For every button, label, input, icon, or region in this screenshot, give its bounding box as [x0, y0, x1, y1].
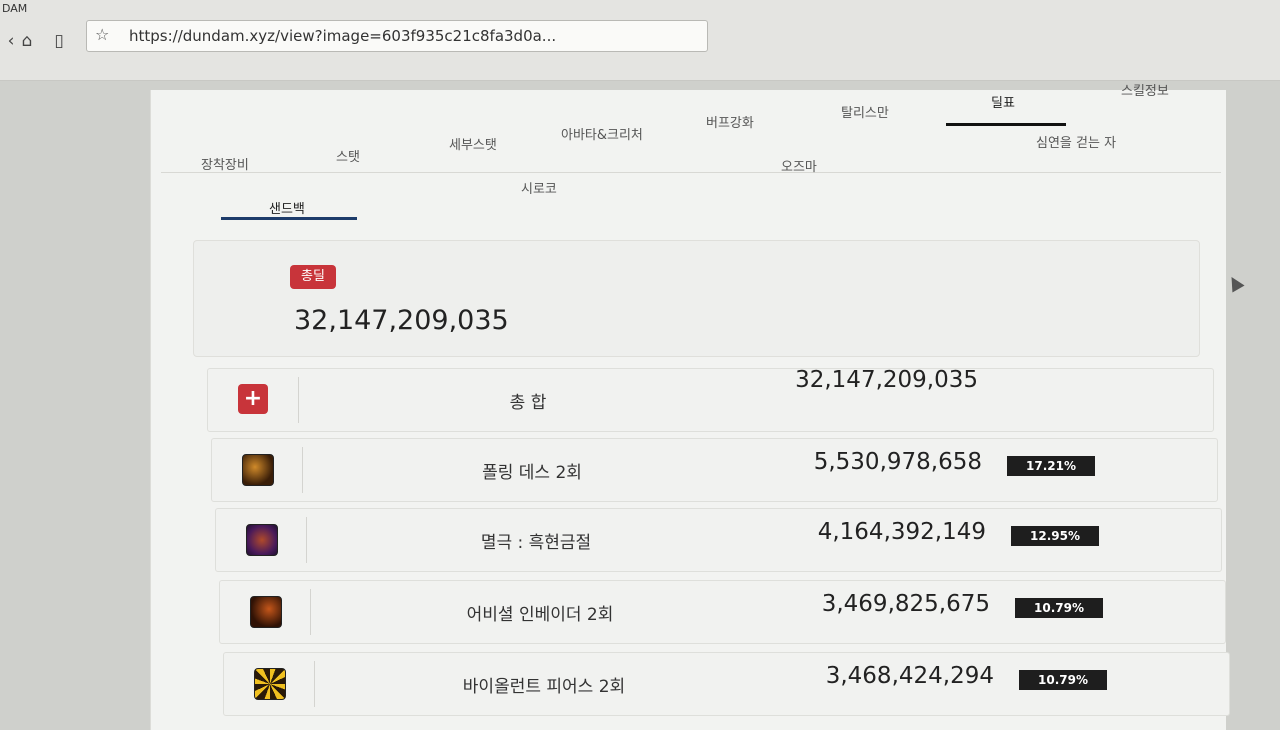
tab-buff-enhance[interactable]: 버프강화: [706, 112, 754, 131]
tab-equipment[interactable]: 장착장비: [201, 154, 249, 173]
skill-name: 총 합: [509, 393, 547, 413]
subtab-sandbag[interactable]: 샌드백: [269, 198, 305, 217]
damage-percent-badge: 10.79%: [1019, 670, 1107, 690]
star-icon[interactable]: ☆: [95, 25, 109, 44]
tab-deal-table[interactable]: 딜표: [991, 92, 1015, 111]
browser-toolbar: DAM ‹ ⌂ ▯ ☆ https://dundam.xyz/view?imag…: [0, 0, 1280, 81]
skill-name: 폴링 데스 2회: [482, 463, 582, 483]
row-divider: [310, 589, 311, 635]
total-damage-value: 32,147,209,035: [294, 305, 509, 336]
home-icon[interactable]: ⌂: [16, 30, 38, 52]
skill-damage: 32,147,209,035: [795, 367, 978, 393]
skill-damage: 4,164,392,149: [817, 519, 986, 545]
skill-damage: 3,469,825,675: [821, 591, 990, 617]
damage-row[interactable]: 어비셜 인베이더 2회 3,469,825,675 10.79%: [219, 580, 1226, 644]
total-damage-badge: 총딜: [290, 265, 336, 289]
myeolgeuk-skill-icon: [246, 524, 278, 556]
row-divider: [298, 377, 299, 423]
damage-percent-badge: 12.95%: [1011, 526, 1099, 546]
subtab-ozma[interactable]: 오즈마: [781, 156, 817, 175]
falling-death-skill-icon: [242, 454, 274, 486]
mouse-cursor-icon: [1225, 273, 1245, 293]
plus-icon[interactable]: +: [238, 384, 268, 414]
total-damage-card: 총딜 32,147,209,035: [193, 240, 1200, 357]
subtab-active-underline: [221, 217, 357, 220]
damage-row[interactable]: 바이올런트 피어스 2회 3,468,424,294 10.79%: [223, 652, 1230, 716]
abyssal-invader-skill-icon: [250, 596, 282, 628]
damage-row[interactable]: 멸극 : 흑현금절 4,164,392,149 12.95%: [215, 508, 1222, 572]
skill-name: 어비셜 인베이더 2회: [466, 605, 614, 625]
url-text[interactable]: https://dundam.xyz/view?image=603f935c21…: [129, 27, 556, 45]
row-divider: [302, 447, 303, 493]
row-divider: [306, 517, 307, 563]
app-title: DAM: [2, 2, 28, 15]
subtab-siroco[interactable]: 시로코: [521, 178, 557, 197]
damage-row-total[interactable]: + 총 합 32,147,209,035: [207, 367, 1214, 432]
page-content: 스킬정보 딜표 탈리스만 버프강화 아바타&크리처 세부스탯 스탯 장착장비 심…: [150, 84, 1230, 730]
tab-avatar-creature[interactable]: 아바타&크리처: [561, 124, 643, 143]
skill-damage: 5,530,978,658: [813, 449, 982, 475]
row-divider: [314, 661, 315, 707]
skill-damage: 3,468,424,294: [825, 663, 994, 689]
tab-talisman[interactable]: 탈리스만: [841, 102, 889, 121]
subtab-abyss-walker[interactable]: 심연을 걷는 자: [1036, 132, 1116, 151]
tab-stats[interactable]: 스탯: [336, 146, 360, 165]
violent-pierce-skill-icon: [254, 668, 286, 700]
tab-skill-info[interactable]: 스킬정보: [1121, 80, 1169, 99]
address-bar[interactable]: ☆ https://dundam.xyz/view?image=603f935c…: [86, 20, 708, 52]
tab-detail-stats[interactable]: 세부스탯: [449, 134, 497, 153]
damage-percent-badge: 10.79%: [1015, 598, 1103, 618]
damage-percent-badge: 17.21%: [1007, 456, 1095, 476]
damage-row[interactable]: 폴링 데스 2회 5,530,978,658 17.21%: [211, 438, 1218, 502]
reader-icon[interactable]: ▯: [48, 30, 70, 52]
skill-name: 멸극 : 흑현금절: [480, 533, 592, 553]
tabs-divider: [161, 172, 1221, 173]
skill-name: 바이올런트 피어스 2회: [462, 677, 626, 697]
tab-active-underline: [946, 123, 1066, 126]
